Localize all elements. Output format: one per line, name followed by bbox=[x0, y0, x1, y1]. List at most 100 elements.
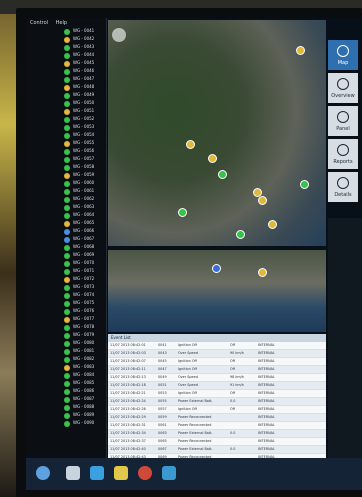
table-row[interactable]: 11/07 2013 08:42:40 0067 Power External Ba… bbox=[108, 446, 326, 454]
tree-item[interactable]: WG - 0064 bbox=[64, 212, 106, 220]
tree-item[interactable]: WG - 0049 bbox=[64, 92, 106, 100]
tree-item[interactable]: WG - 0069 bbox=[64, 252, 106, 260]
vehicle-marker[interactable] bbox=[268, 220, 277, 229]
tree-item[interactable]: WG - 0078 bbox=[64, 324, 106, 332]
browser-icon[interactable] bbox=[138, 466, 152, 480]
table-row[interactable]: 11/07 2013 08:42:13 0049 Over Speed 98 km/h… bbox=[108, 374, 326, 382]
table-row[interactable]: 11/07 2013 08:42:21 0053 Ignition Off Off IN… bbox=[108, 390, 326, 398]
nav-button-overview[interactable]: Overview bbox=[328, 73, 358, 103]
vehicle-marker[interactable] bbox=[218, 170, 227, 179]
tree-item[interactable]: WG - 0070 bbox=[64, 260, 106, 268]
tree-item[interactable]: WG - 0053 bbox=[64, 124, 106, 132]
table-row[interactable]: 11/07 2013 08:42:01 0041 Ignition Off Off IN… bbox=[108, 342, 326, 350]
tree-item[interactable]: WG - 0046 bbox=[64, 68, 106, 76]
tree-item-label: WG - 0080 bbox=[73, 340, 95, 345]
nav-button-reports[interactable]: Reports bbox=[328, 139, 358, 169]
vehicle-marker[interactable] bbox=[300, 180, 309, 189]
menu-help[interactable]: Help bbox=[56, 20, 67, 26]
tree-item[interactable]: WG - 0043 bbox=[64, 44, 106, 52]
tree-item[interactable]: WG - 0085 bbox=[64, 380, 106, 388]
nav-button-panel[interactable]: Panel bbox=[328, 106, 358, 136]
tree-item[interactable]: WG - 0045 bbox=[64, 60, 106, 68]
tree-item[interactable]: WG - 0059 bbox=[64, 172, 106, 180]
tree-item[interactable]: WG - 0079 bbox=[64, 332, 106, 340]
tree-item[interactable]: WG - 0086 bbox=[64, 388, 106, 396]
tree-item[interactable]: WG - 0063 bbox=[64, 204, 106, 212]
nav-button-details[interactable]: Details bbox=[328, 172, 358, 202]
menu-control[interactable]: Control bbox=[30, 20, 48, 26]
start-icon[interactable] bbox=[36, 466, 50, 480]
table-row[interactable]: 11/07 2013 08:42:03 0043 Over Speed 90 km/h… bbox=[108, 350, 326, 358]
tree-item[interactable]: WG - 0073 bbox=[64, 284, 106, 292]
tree-item[interactable]: WG - 0076 bbox=[64, 308, 106, 316]
map-pan-control-icon[interactable] bbox=[112, 28, 126, 42]
status-dot-icon bbox=[64, 293, 70, 299]
table-row[interactable]: 11/07 2013 08:42:24 0055 Power External Ba… bbox=[108, 398, 326, 406]
tree-item[interactable]: WG - 0087 bbox=[64, 396, 106, 404]
table-cell: INTERNAL bbox=[258, 399, 275, 403]
tree-item[interactable]: WG - 0071 bbox=[64, 268, 106, 276]
tree-item[interactable]: WG - 0089 bbox=[64, 412, 106, 420]
vehicle-marker[interactable] bbox=[258, 268, 267, 277]
app-icon[interactable] bbox=[162, 466, 176, 480]
app-icon[interactable] bbox=[66, 466, 80, 480]
app-icon[interactable] bbox=[114, 466, 128, 480]
vehicle-marker[interactable] bbox=[296, 46, 305, 55]
tree-item[interactable]: WG - 0050 bbox=[64, 100, 106, 108]
tree-item[interactable]: WG - 0054 bbox=[64, 132, 106, 140]
nav-button-map[interactable]: Map bbox=[328, 40, 358, 70]
tree-item[interactable]: WG - 0084 bbox=[64, 372, 106, 380]
table-row[interactable]: 11/07 2013 08:42:11 0047 Ignition Off Off IN… bbox=[108, 366, 326, 374]
tree-item[interactable]: WG - 0051 bbox=[64, 108, 106, 116]
vehicle-marker[interactable] bbox=[236, 230, 245, 239]
tree-item[interactable]: WG - 0077 bbox=[64, 316, 106, 324]
table-row[interactable]: 11/07 2013 08:42:31 0061 Power Reconnected… bbox=[108, 422, 326, 430]
vehicle-marker[interactable] bbox=[208, 154, 217, 163]
tree-item[interactable]: WG - 0055 bbox=[64, 140, 106, 148]
tree-item[interactable]: WG - 0074 bbox=[64, 292, 106, 300]
table-row[interactable]: 11/07 2013 08:42:37 0065 Power Reconnected… bbox=[108, 438, 326, 446]
table-row[interactable]: 11/07 2013 08:42:07 0045 Ignition Off Off IN… bbox=[108, 358, 326, 366]
table-cell: INTERNAL bbox=[258, 439, 275, 443]
tree-item[interactable]: WG - 0042 bbox=[64, 36, 106, 44]
vehicle-marker[interactable] bbox=[178, 208, 187, 217]
tree-item[interactable]: WG - 0068 bbox=[64, 244, 106, 252]
map-view-top[interactable] bbox=[108, 20, 326, 246]
vehicle-marker[interactable] bbox=[186, 140, 195, 149]
tree-item[interactable]: WG - 0044 bbox=[64, 52, 106, 60]
tree-item[interactable]: WG - 0067 bbox=[64, 236, 106, 244]
tree-item[interactable]: WG - 0083 bbox=[64, 364, 106, 372]
tree-item-label: WG - 0090 bbox=[73, 420, 95, 425]
vehicle-marker[interactable] bbox=[212, 264, 221, 273]
tree-item[interactable]: WG - 0052 bbox=[64, 116, 106, 124]
app-icon[interactable] bbox=[90, 466, 104, 480]
tree-item[interactable]: WG - 0056 bbox=[64, 148, 106, 156]
table-row[interactable]: 11/07 2013 08:42:26 0057 Ignition Off Off IN… bbox=[108, 406, 326, 414]
tree-item[interactable]: WG - 0082 bbox=[64, 356, 106, 364]
tree-item[interactable]: WG - 0080 bbox=[64, 340, 106, 348]
tree-item[interactable]: WG - 0088 bbox=[64, 404, 106, 412]
tree-item[interactable]: WG - 0048 bbox=[64, 84, 106, 92]
tree-item[interactable]: WG - 0061 bbox=[64, 188, 106, 196]
tree-item[interactable]: WG - 0062 bbox=[64, 196, 106, 204]
table-row[interactable]: 11/07 2013 08:42:29 0059 Power Reconnected… bbox=[108, 414, 326, 422]
table-row[interactable]: 11/07 2013 08:42:18 0051 Over Speed 91 km/h… bbox=[108, 382, 326, 390]
tree-item[interactable]: WG - 0047 bbox=[64, 76, 106, 84]
nav-button-label: Map bbox=[337, 60, 349, 66]
tree-item[interactable]: WG - 0090 bbox=[64, 420, 106, 428]
tree-item[interactable]: WG - 0081 bbox=[64, 348, 106, 356]
tree-item[interactable]: WG - 0058 bbox=[64, 164, 106, 172]
tree-item[interactable]: WG - 0065 bbox=[64, 220, 106, 228]
tree-item[interactable]: WG - 0041 bbox=[64, 28, 106, 36]
table-row[interactable]: 11/07 2013 08:42:34 0063 Power External Ba… bbox=[108, 430, 326, 438]
table-cell: 11/07 2013 08:42:26 bbox=[110, 407, 146, 411]
tree-item[interactable]: WG - 0072 bbox=[64, 276, 106, 284]
overview-icon bbox=[337, 78, 349, 90]
tree-item[interactable]: WG - 0066 bbox=[64, 228, 106, 236]
tree-item[interactable]: WG - 0057 bbox=[64, 156, 106, 164]
vehicle-marker[interactable] bbox=[258, 196, 267, 205]
status-dot-icon bbox=[64, 141, 70, 147]
tree-item[interactable]: WG - 0060 bbox=[64, 180, 106, 188]
map-view-bottom[interactable] bbox=[108, 250, 326, 332]
tree-item[interactable]: WG - 0075 bbox=[64, 300, 106, 308]
